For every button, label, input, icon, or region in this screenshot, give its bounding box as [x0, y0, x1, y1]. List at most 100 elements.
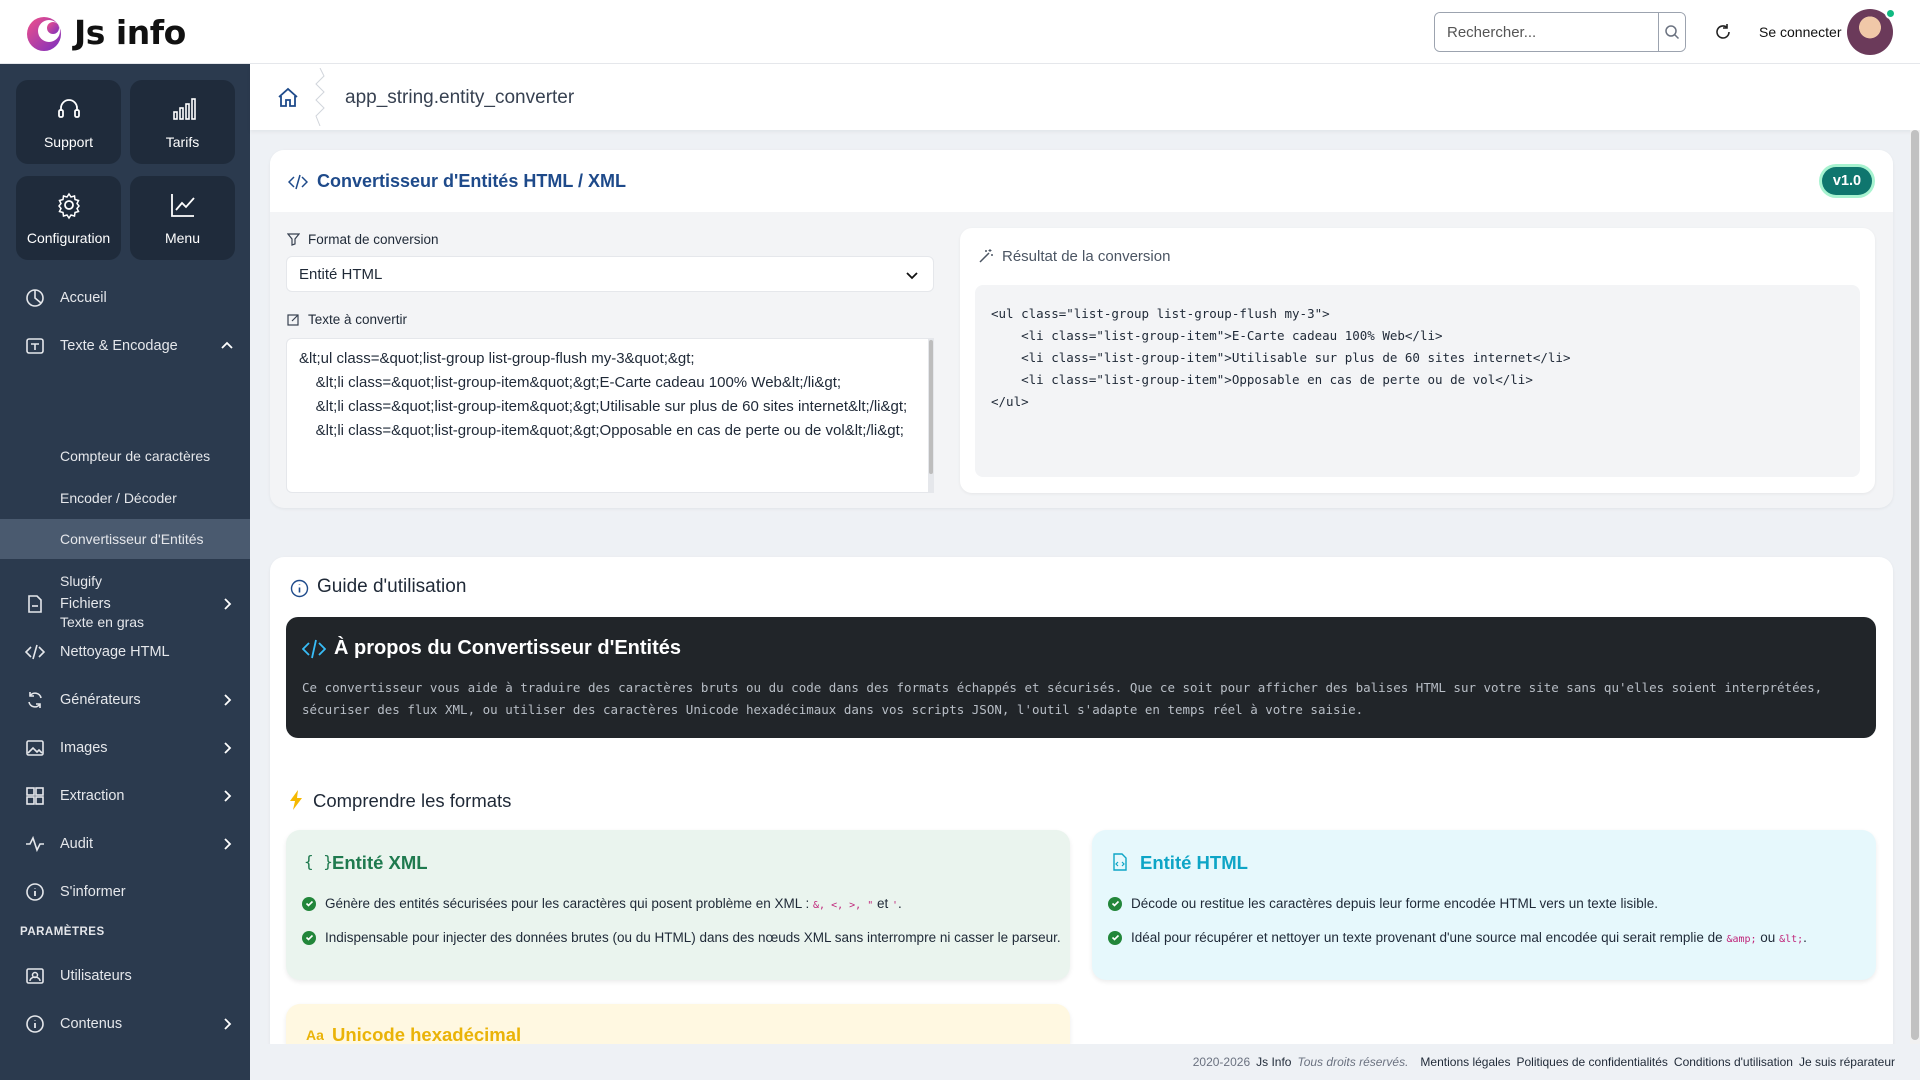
sidebar-item-label: Générateurs [60, 692, 141, 708]
sidebar-item-fichiers[interactable]: Fichiers [0, 582, 250, 626]
image-icon [24, 737, 46, 759]
online-status-dot [1885, 8, 1896, 19]
converter-title: Convertisseur d'Entités HTML / XML [317, 171, 626, 191]
sidebar-item-label: Audit [60, 836, 94, 852]
chevron-right-icon [224, 838, 232, 850]
tile-support[interactable]: Support [16, 80, 121, 164]
check-circle-icon [302, 930, 316, 945]
chevron-right-icon [224, 598, 232, 610]
input-label-text: Texte à convertir [308, 312, 408, 327]
sidebar-item-generateurs[interactable]: Générateurs [0, 678, 250, 722]
check-circle-icon [1108, 896, 1122, 911]
sidebar-item-sinformer[interactable]: S'informer [0, 870, 250, 914]
format-select[interactable]: Entité HTML [286, 256, 934, 292]
grid-icon [24, 785, 46, 807]
xml-card-title: Entité XML [332, 852, 428, 873]
sidebar-item-label: Fichiers [60, 596, 111, 612]
page-scrollbar-thumb[interactable] [1911, 130, 1919, 1040]
chevron-right-icon [224, 790, 232, 802]
input-line: &lt;ul class=&quot;list-group list-group… [299, 350, 695, 367]
chevron-right-icon [224, 694, 232, 706]
sidebar-item-label: Contenus [60, 1016, 123, 1032]
result-output[interactable]: <ul class="list-group list-group-flush m… [975, 285, 1860, 477]
input-line: &lt;li class=&quot;list-group-item&quot;… [299, 422, 904, 439]
sidebar-item-nettoyage[interactable]: Nettoyage HTML [0, 630, 250, 674]
magic-wand-icon [979, 249, 993, 263]
pie-icon [24, 287, 46, 309]
sidebar-item-utilisateurs[interactable]: Utilisateurs [0, 954, 250, 998]
html-bullet-2-end: . [1803, 930, 1807, 945]
xml-bullet-1-text: Génère des entités sécurisées pour les c… [325, 896, 814, 911]
textarea-scrollbar-thumb[interactable] [929, 340, 933, 474]
sidebar-subitem-convertisseur[interactable]: Convertisseur d'Entités [0, 519, 250, 559]
info-icon [24, 881, 46, 903]
sidebar-item-label: S'informer [60, 884, 126, 900]
footer-brand[interactable]: Js Info [1256, 1055, 1291, 1069]
html-bullet-2-mid: ou [1756, 930, 1780, 945]
braces-icon: { } [304, 852, 333, 871]
sidebar-subitem-compteur[interactable]: Compteur de caractères [0, 436, 250, 476]
footer-link-repairer[interactable]: Je suis réparateur [1799, 1055, 1895, 1069]
input-line: &lt;li class=&quot;list-group-item&quot;… [299, 398, 908, 415]
pulse-icon [24, 833, 46, 855]
footer-link-mentions[interactable]: Mentions légales [1420, 1055, 1510, 1069]
tile-tarifs[interactable]: Tarifs [130, 80, 235, 164]
chevron-down-icon [906, 272, 918, 280]
logo-icon [27, 17, 61, 51]
refresh-icon [1716, 24, 1730, 39]
search-button[interactable] [1658, 13, 1685, 51]
sidebar-item-contenus[interactable]: Contenus [0, 1002, 250, 1046]
text-box-icon [24, 335, 46, 357]
search-input[interactable] [1435, 13, 1658, 51]
breadcrumb-separator [315, 68, 325, 126]
footer-link-privacy[interactable]: Politiques de confidentialités [1516, 1055, 1667, 1069]
html-bullet-1-text: Décode ou restitue les caractères depuis… [1131, 896, 1659, 911]
tile-label: Menu [164, 230, 201, 246]
search-box [1434, 12, 1686, 52]
html-bullet-2-code1: &amp; [1726, 934, 1757, 945]
result-line: <li class="list-group-item">E-Carte cade… [991, 328, 1443, 343]
input-label: Texte à convertir [287, 312, 407, 327]
xml-bullet-1: Génère des entités sécurisées pour les c… [302, 896, 902, 911]
trend-chart-icon [170, 194, 195, 217]
version-badge: v1.0 [1822, 167, 1872, 195]
sidebar-item-label: Nettoyage HTML [60, 644, 170, 660]
logo[interactable]: Js info [22, 10, 186, 54]
tile-configuration[interactable]: Configuration [16, 176, 121, 260]
footer-link-terms[interactable]: Conditions d'utilisation [1674, 1055, 1793, 1069]
xml-bullet-1-end: . [898, 896, 902, 911]
sidebar-item-texte-encodage[interactable]: Texte & Encodage [0, 324, 250, 368]
input-line: &lt;li class=&quot;list-group-item&quot;… [299, 374, 842, 391]
sidebar-subitem-encoder[interactable]: Encoder / Décoder [0, 478, 250, 518]
headset-icon [57, 99, 80, 118]
result-line: </ul> [991, 394, 1029, 409]
chevron-up-icon [221, 341, 233, 349]
footer-rights: Tous droits réservés. [1297, 1055, 1409, 1069]
file-icon [24, 593, 46, 615]
sidebar-item-label: Extraction [60, 788, 125, 804]
edit-icon [287, 314, 299, 326]
login-link[interactable]: Se connecter [1759, 24, 1842, 40]
sidebar-item-images[interactable]: Images [0, 726, 250, 770]
format-label-text: Format de conversion [308, 232, 439, 247]
guide-title: Guide d'utilisation [317, 576, 467, 597]
sidebar-item-audit[interactable]: Audit [0, 822, 250, 866]
sidebar-item-extraction[interactable]: Extraction [0, 774, 250, 818]
home-icon[interactable] [276, 86, 300, 110]
html-card-title: Entité HTML [1140, 852, 1248, 873]
sidebar-item-label: Texte & Encodage [60, 338, 178, 354]
xml-bullet-1-codes: &, <, >, " [813, 900, 874, 911]
chevron-right-icon [224, 1018, 232, 1030]
result-line: <ul class="list-group list-group-flush m… [991, 306, 1330, 321]
html-bullet-2: Idéal pour récupérer et nettoyer un text… [1108, 930, 1807, 945]
about-text: Ce convertisseur vous aide à traduire de… [302, 680, 1823, 717]
result-title: Résultat de la conversion [1002, 248, 1171, 265]
html-bullet-2-text: Idéal pour récupérer et nettoyer un text… [1131, 930, 1727, 945]
refresh-cycle-icon [24, 689, 46, 711]
sidebar-item-accueil[interactable]: Accueil [0, 276, 250, 320]
search-icon [1665, 25, 1680, 40]
refresh-button[interactable] [1709, 18, 1737, 46]
top-header: Js info Se connecter [0, 0, 1920, 64]
tile-menu[interactable]: Menu [130, 176, 235, 260]
text-input-area[interactable]: &lt;ul class=&quot;list-group list-group… [286, 338, 934, 493]
